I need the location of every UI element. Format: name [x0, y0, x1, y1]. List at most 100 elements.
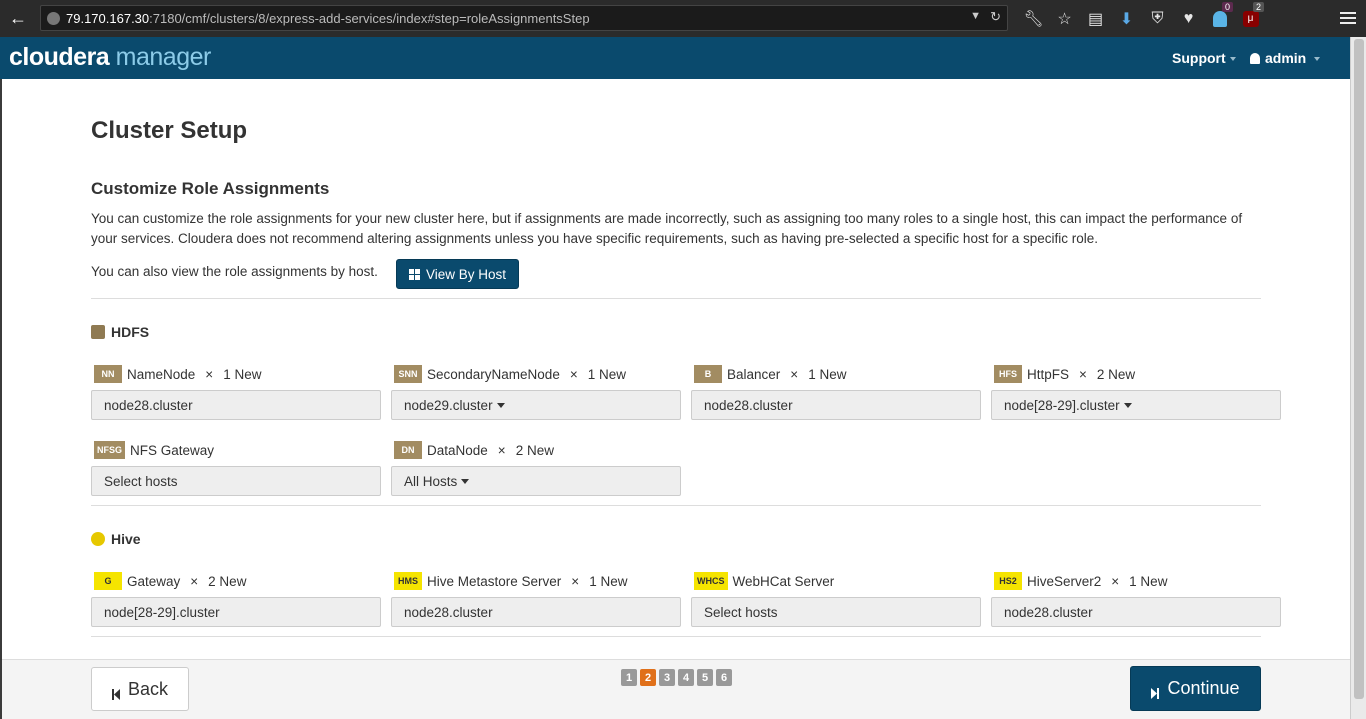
description: You can customize the role assignments f… — [91, 211, 1243, 246]
url-path: :7180/cmf/clusters/8/express-add-service… — [149, 10, 590, 26]
role-secondarynamenode: SNN SecondaryNameNode × 1 New node29.cluste… — [391, 364, 681, 420]
hdfs-title: HDFS — [111, 324, 150, 340]
host-selector[interactable]: All Hosts — [391, 466, 681, 496]
bookmark-star-icon[interactable]: ☆ — [1049, 0, 1080, 37]
support-label: Support — [1172, 50, 1226, 66]
chevron-down-icon — [1229, 57, 1236, 62]
host-selector[interactable]: node[28-29].cluster — [91, 597, 381, 627]
step-indicator: 1 2 3 4 5 6 — [621, 669, 732, 686]
hive-section-title: Hive — [91, 531, 141, 547]
hdfs-icon — [91, 325, 105, 339]
step-3[interactable]: 3 — [659, 669, 675, 686]
user-label: admin — [1265, 50, 1307, 66]
url-dropdown-icon[interactable]: ▼ — [970, 10, 981, 22]
host-selector[interactable]: node28.cluster — [691, 390, 981, 420]
host-value: Select hosts — [104, 473, 178, 489]
host-value: All Hosts — [404, 473, 458, 489]
role-name: Hive Metastore Server — [427, 573, 562, 589]
logo-sub-text: manager — [115, 43, 212, 71]
ublock-count: 2 — [1252, 2, 1264, 12]
times-sign: × — [569, 366, 578, 382]
role-count: 1 New — [223, 366, 262, 382]
step-4[interactable]: 4 — [678, 669, 694, 686]
ublock-icon[interactable]: μ2 — [1235, 0, 1266, 37]
chevron-down-icon — [1314, 57, 1321, 62]
role-badge: HMS — [394, 572, 422, 590]
continue-button[interactable]: Continue — [1130, 666, 1261, 711]
role-name: NameNode — [127, 366, 196, 382]
role-name: WebHCat Server — [732, 573, 835, 589]
host-selector[interactable]: Select hosts — [91, 466, 381, 496]
pocket-icon[interactable]: ♥ — [1173, 0, 1204, 37]
times-sign: × — [790, 366, 799, 382]
role-badge: G — [94, 572, 122, 590]
role-name: SecondaryNameNode — [427, 366, 560, 382]
role-count: 1 New — [587, 366, 626, 382]
page-title: Cluster Setup — [91, 117, 248, 144]
role-name: Gateway — [127, 573, 181, 589]
hive-title: Hive — [111, 531, 141, 547]
ghostery-count: 0 — [1221, 2, 1233, 12]
times-sign: × — [1079, 366, 1087, 382]
role-badge: SNN — [394, 365, 422, 383]
step-back-icon — [111, 684, 120, 700]
section-title: Customize Role Assignments — [91, 179, 330, 198]
shield-icon[interactable]: ⛨ — [1142, 0, 1173, 37]
logo-main-text: cloudera — [9, 43, 110, 71]
step-forward-icon — [1151, 683, 1160, 699]
host-selector[interactable]: node28.cluster — [991, 597, 1281, 627]
step-6[interactable]: 6 — [716, 669, 732, 686]
menu-icon[interactable] — [1340, 9, 1356, 27]
reader-view-icon[interactable]: ▤ — [1080, 0, 1111, 37]
wrench-icon[interactable]: 🔧︎ — [1018, 0, 1049, 37]
host-selector[interactable]: node28.cluster — [91, 390, 381, 420]
support-menu[interactable]: Support — [1172, 50, 1236, 66]
times-sign: × — [1111, 573, 1120, 589]
role-badge: WHCS — [694, 572, 728, 590]
role-nfs-gateway: NFSG NFS Gateway Select hosts — [91, 440, 381, 496]
host-selector[interactable]: node29.cluster — [391, 390, 681, 420]
view-by-host-button[interactable]: View By Host — [396, 259, 520, 289]
site-info-icon[interactable] — [47, 11, 60, 25]
step-5[interactable]: 5 — [697, 669, 713, 686]
role-count: 1 New — [1129, 573, 1168, 589]
role-badge: DN — [394, 441, 422, 459]
host-selector[interactable]: node28.cluster — [391, 597, 681, 627]
host-value: node28.cluster — [704, 397, 793, 413]
times-sign: × — [571, 573, 580, 589]
role-count: 2 New — [1096, 366, 1136, 382]
view-by-host-text: You can also view the role assignments b… — [91, 264, 378, 279]
ghostery-icon[interactable]: 0 — [1204, 0, 1235, 37]
caret-down-icon — [461, 478, 470, 484]
divider — [91, 636, 1261, 637]
times-sign: × — [205, 366, 214, 382]
role-hiveserver2: HS2 HiveServer2 × 1 New node28.cluster — [991, 571, 1281, 627]
user-menu[interactable]: admin — [1250, 50, 1321, 66]
host-value: node28.cluster — [104, 397, 193, 413]
role-count: 1 New — [808, 366, 847, 382]
step-1[interactable]: 1 — [621, 669, 637, 686]
cloudera-logo[interactable]: cloudera manager — [9, 43, 211, 72]
role-badge: HFS — [994, 365, 1022, 383]
host-value: node29.cluster — [404, 397, 493, 413]
role-datanode: DN DataNode × 2 New All Hosts — [391, 440, 681, 496]
grid-icon — [409, 268, 420, 280]
host-selector[interactable]: node[28-29].cluster — [991, 390, 1281, 420]
role-namenode: NN NameNode × 1 New node28.cluster — [91, 364, 381, 420]
role-balancer: B Balancer × 1 New node28.cluster — [691, 364, 981, 420]
times-sign: × — [190, 573, 199, 589]
host-value: node[28-29].cluster — [104, 604, 220, 620]
host-value: node[28-29].cluster — [1004, 397, 1120, 413]
continue-label: Continue — [1167, 678, 1240, 698]
host-selector[interactable]: Select hosts — [691, 597, 981, 627]
back-arrow-icon[interactable]: ← — [0, 0, 36, 37]
reload-icon[interactable]: ↻ — [990, 9, 1001, 25]
url-bar[interactable]: 79.170.167.30:7180/cmf/clusters/8/expres… — [40, 5, 1008, 31]
caret-down-icon — [496, 402, 505, 408]
step-2[interactable]: 2 — [640, 669, 656, 686]
page-scrollbar[interactable] — [1350, 37, 1366, 719]
scrollbar-thumb[interactable] — [1354, 39, 1364, 699]
back-button[interactable]: Back — [91, 667, 189, 711]
download-icon[interactable]: ⬇ — [1111, 0, 1142, 37]
role-badge: NFSG — [94, 441, 126, 459]
